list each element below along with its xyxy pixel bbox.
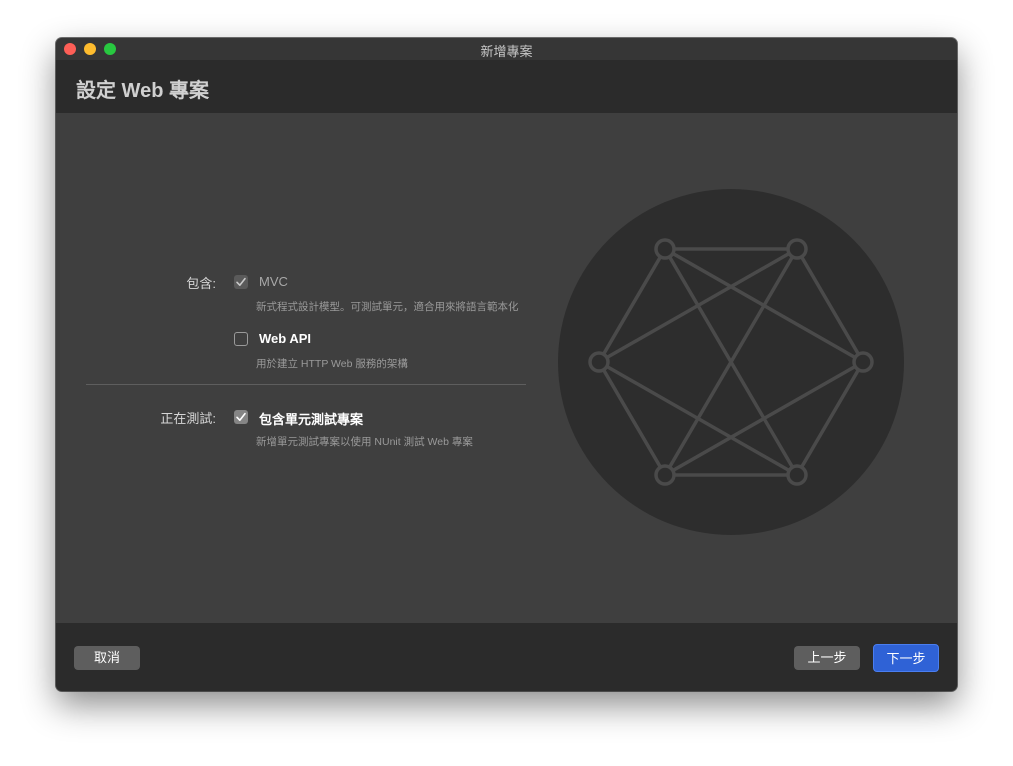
dialog-header: 設定 Web 專案	[56, 60, 957, 113]
web-api-label[interactable]: Web API	[259, 331, 311, 346]
unit-test-description: 新增單元測試專案以使用 NUnit 測試 Web 專案	[256, 436, 473, 448]
mvc-label: MVC	[259, 274, 288, 289]
unit-test-checkbox[interactable]	[234, 410, 248, 424]
web-api-checkbox[interactable]	[234, 332, 248, 346]
section-divider	[86, 384, 526, 385]
checkmark-icon	[236, 412, 246, 421]
dialog-footer: 取消 上一步 下一步	[56, 623, 957, 691]
checkmark-icon	[236, 277, 246, 286]
next-button[interactable]: 下一步	[873, 644, 939, 672]
new-project-dialog: 新增專案 設定 Web 專案 包含: MVC 新式程式設計模型。可測試單元，適合…	[56, 38, 957, 691]
window-title: 新增專案	[480, 44, 533, 59]
dialog-content: 包含: MVC 新式程式設計模型。可測試單元，適合用來將語言範本化 Web AP…	[56, 113, 957, 623]
page-title: 設定 Web 專案	[76, 80, 209, 102]
back-button[interactable]: 上一步	[794, 646, 860, 670]
mvc-checkbox[interactable]	[234, 275, 248, 289]
cancel-button[interactable]: 取消	[74, 646, 140, 670]
unit-test-label[interactable]: 包含單元測試專案	[259, 409, 363, 428]
network-graph-icon	[558, 189, 904, 535]
testing-section-label: 正在測試:	[160, 411, 216, 426]
mvc-description: 新式程式設計模型。可測試單元，適合用來將語言範本化	[256, 301, 519, 313]
title-bar: 新增專案	[56, 38, 957, 61]
include-section-label: 包含:	[186, 276, 216, 291]
web-api-description: 用於建立 HTTP Web 服務的架構	[256, 358, 408, 370]
